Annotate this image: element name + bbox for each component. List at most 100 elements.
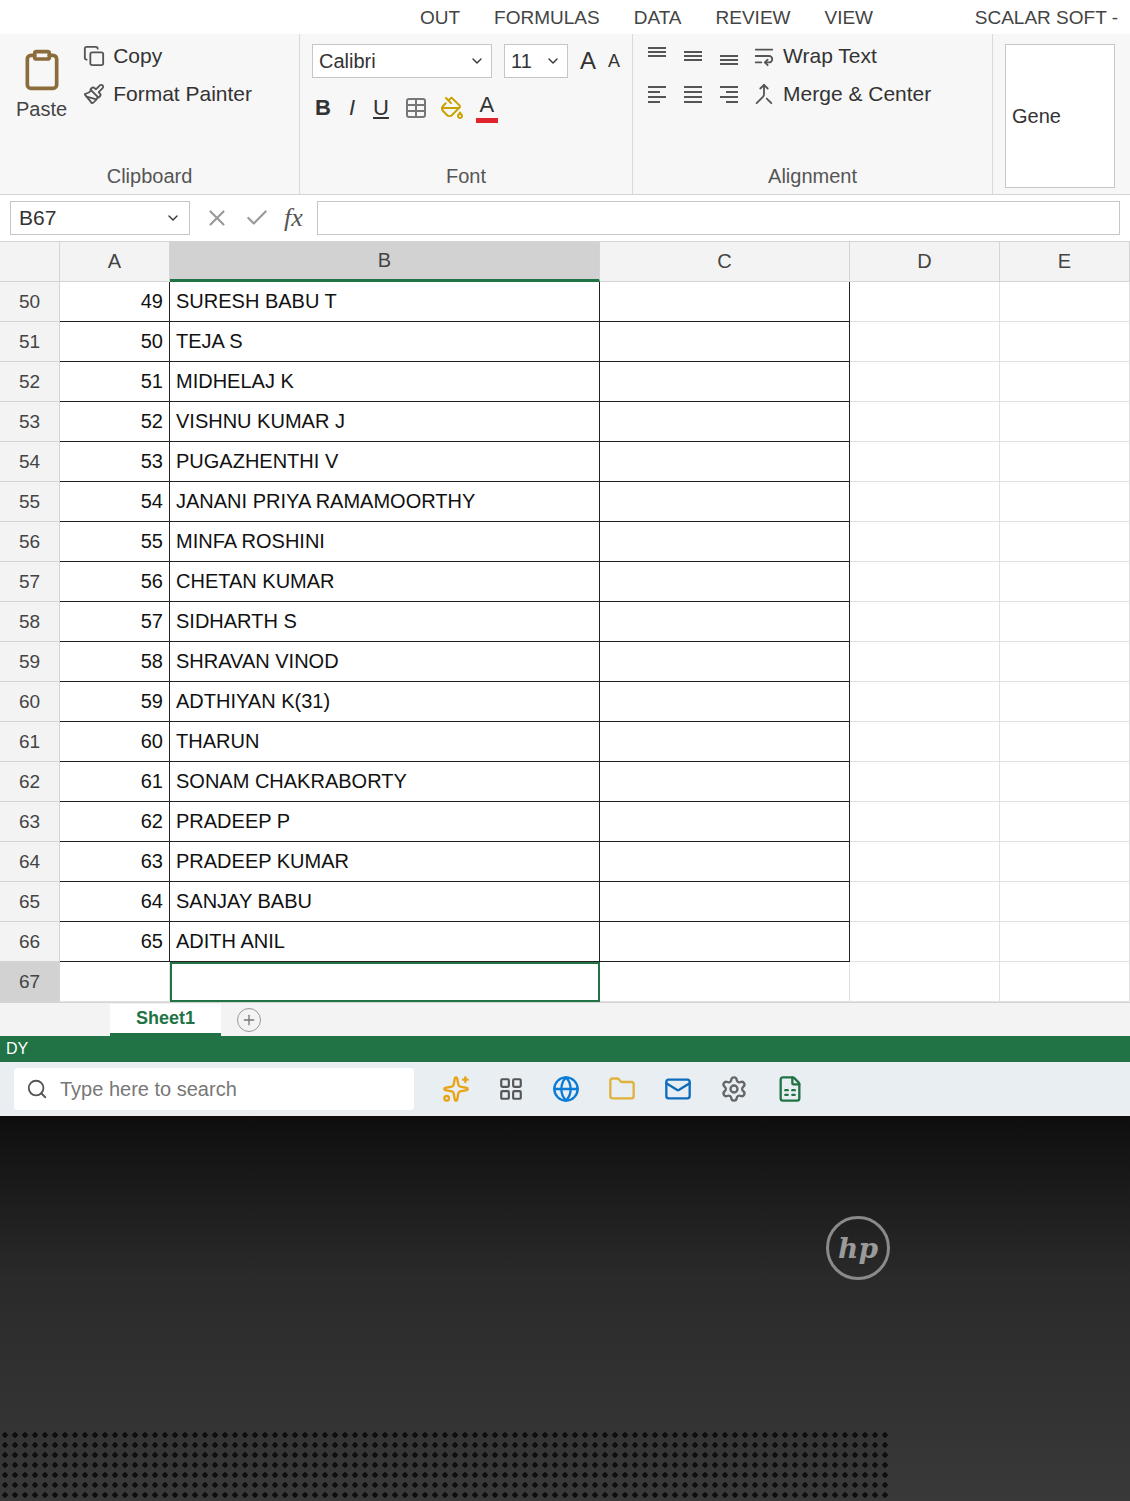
copy-button[interactable]: Copy (83, 44, 252, 68)
cell[interactable]: 60 (60, 722, 170, 762)
ribbon-tab[interactable]: VIEW (825, 7, 874, 29)
cell[interactable] (1000, 402, 1130, 442)
cell[interactable]: 59 (60, 682, 170, 722)
add-sheet-button[interactable] (237, 1008, 261, 1032)
merge-center-button[interactable]: Merge & Center (753, 82, 931, 106)
cell[interactable] (600, 722, 850, 762)
row-header[interactable]: 51 (0, 322, 60, 362)
cell[interactable]: 52 (60, 402, 170, 442)
cell[interactable]: PRADEEP P (170, 802, 600, 842)
cell[interactable] (850, 682, 1000, 722)
cell[interactable]: 50 (60, 322, 170, 362)
cell[interactable]: 57 (60, 602, 170, 642)
cell[interactable] (1000, 282, 1130, 322)
cell[interactable] (1000, 362, 1130, 402)
cell[interactable]: PUGAZHENTHI V (170, 442, 600, 482)
cell[interactable]: 61 (60, 762, 170, 802)
cell[interactable] (60, 962, 170, 1002)
cell[interactable]: 62 (60, 802, 170, 842)
row-header[interactable]: 55 (0, 482, 60, 522)
formula-input[interactable] (317, 201, 1120, 235)
column-header[interactable]: A (60, 242, 170, 282)
cell[interactable] (600, 562, 850, 602)
cell[interactable]: THARUN (170, 722, 600, 762)
cell[interactable]: ADTHIYAN K(31) (170, 682, 600, 722)
cell[interactable]: ADITH ANIL (170, 922, 600, 962)
number-format-field[interactable]: Gene (1005, 44, 1115, 188)
cell[interactable]: JANANI PRIYA RAMAMOORTHY (170, 482, 600, 522)
cell[interactable] (1000, 602, 1130, 642)
align-right-icon[interactable] (717, 82, 741, 106)
align-middle-icon[interactable] (681, 44, 705, 68)
cell[interactable]: 64 (60, 882, 170, 922)
cell[interactable] (600, 482, 850, 522)
row-header[interactable]: 61 (0, 722, 60, 762)
row-header[interactable]: 57 (0, 562, 60, 602)
cell[interactable] (1000, 922, 1130, 962)
browser-icon[interactable] (552, 1075, 580, 1103)
row-header[interactable]: 59 (0, 642, 60, 682)
row-header[interactable]: 66 (0, 922, 60, 962)
shrink-font-button[interactable]: A (608, 51, 620, 72)
cell[interactable] (1000, 842, 1130, 882)
cell[interactable] (1000, 722, 1130, 762)
cell[interactable] (600, 402, 850, 442)
cell[interactable]: 54 (60, 482, 170, 522)
cell[interactable] (850, 362, 1000, 402)
cell[interactable]: VISHNU KUMAR J (170, 402, 600, 442)
copilot-icon[interactable] (442, 1075, 470, 1103)
row-header[interactable]: 62 (0, 762, 60, 802)
row-header[interactable]: 56 (0, 522, 60, 562)
cell[interactable] (850, 962, 1000, 1002)
ribbon-tab[interactable]: FORMULAS (494, 7, 600, 29)
cell[interactable]: SURESH BABU T (170, 282, 600, 322)
cell[interactable] (850, 842, 1000, 882)
cell[interactable]: SHRAVAN VINOD (170, 642, 600, 682)
cell[interactable] (600, 682, 850, 722)
align-bottom-icon[interactable] (717, 44, 741, 68)
cell[interactable] (850, 282, 1000, 322)
cell[interactable] (1000, 762, 1130, 802)
cell[interactable]: MIDHELAJ K (170, 362, 600, 402)
cell[interactable] (850, 482, 1000, 522)
bold-button[interactable]: B (312, 95, 334, 121)
taskbar-search[interactable]: Type here to search (14, 1068, 414, 1110)
cell[interactable] (850, 602, 1000, 642)
row-header[interactable]: 65 (0, 882, 60, 922)
cell[interactable] (600, 282, 850, 322)
font-color-button[interactable]: A (476, 92, 498, 123)
cell[interactable] (850, 762, 1000, 802)
cell[interactable]: SANJAY BABU (170, 882, 600, 922)
cell[interactable] (1000, 442, 1130, 482)
mail-icon[interactable] (664, 1075, 692, 1103)
select-all[interactable] (0, 242, 60, 282)
paste-button[interactable]: Paste (12, 44, 71, 159)
cell[interactable] (600, 962, 850, 1002)
cell[interactable]: TEJA S (170, 322, 600, 362)
folder-icon[interactable] (608, 1075, 636, 1103)
ribbon-tab[interactable]: OUT (420, 7, 460, 29)
italic-button[interactable]: I (346, 95, 358, 121)
cell[interactable] (850, 802, 1000, 842)
cell[interactable]: 63 (60, 842, 170, 882)
cell[interactable] (600, 322, 850, 362)
row-header[interactable]: 67 (0, 962, 60, 1002)
grow-font-button[interactable]: A (580, 47, 596, 75)
row-header[interactable]: 63 (0, 802, 60, 842)
row-header[interactable]: 60 (0, 682, 60, 722)
insert-function-button[interactable]: fx (284, 203, 303, 233)
task-view-icon[interactable] (498, 1076, 524, 1102)
column-header[interactable]: B (170, 242, 600, 282)
cell[interactable] (600, 362, 850, 402)
enter-icon[interactable] (244, 205, 270, 231)
align-top-icon[interactable] (645, 44, 669, 68)
cell[interactable] (600, 762, 850, 802)
sheet-tab[interactable]: Sheet1 (110, 1004, 221, 1036)
cell[interactable]: 49 (60, 282, 170, 322)
cell[interactable] (1000, 882, 1130, 922)
cell[interactable] (850, 402, 1000, 442)
settings-icon[interactable] (720, 1075, 748, 1103)
cell[interactable]: 65 (60, 922, 170, 962)
column-header[interactable]: E (1000, 242, 1130, 282)
column-header[interactable]: C (600, 242, 850, 282)
